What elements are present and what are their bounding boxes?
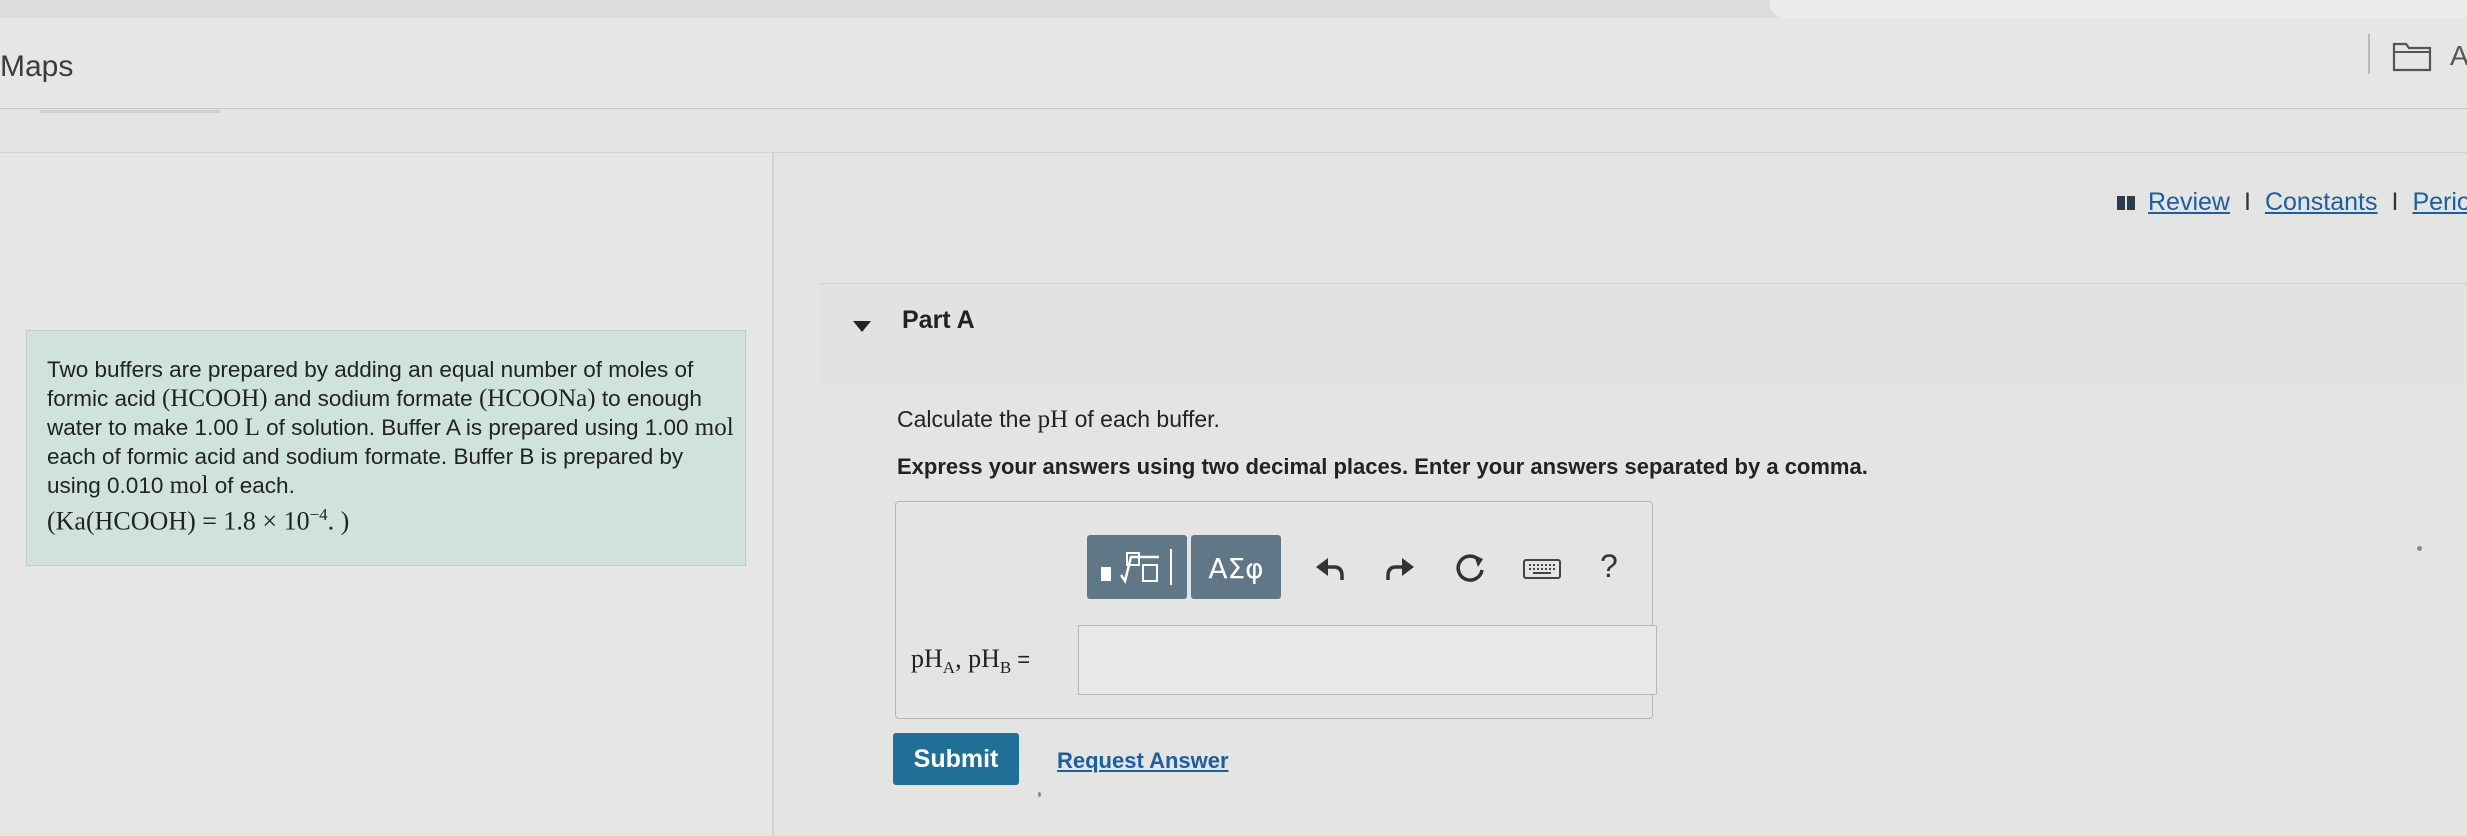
unit-liter: L — [244, 414, 260, 441]
unit-mol: mol — [694, 414, 734, 441]
problem-text-part: of each. — [208, 473, 295, 498]
answer-label: pHA, pHB = — [911, 644, 1030, 678]
reset-icon[interactable] — [1452, 552, 1488, 584]
question-text: Calculate the pH of each buffer. — [897, 406, 1220, 434]
undo-icon[interactable] — [1312, 552, 1348, 584]
help-icon[interactable]: ? — [1600, 548, 1618, 585]
periodic-table-link[interactable]: Perio — [2412, 188, 2467, 216]
greek-symbols-button[interactable]: ΑΣφ — [1191, 535, 1281, 599]
header-bar — [0, 18, 2467, 109]
folder-icon[interactable] — [2392, 40, 2432, 72]
ka-expression: (Ka(HCOOH) = 1.8 × 10−4. ) — [47, 505, 349, 537]
formula-hcooh: (HCOOH) — [162, 385, 268, 412]
problem-text-part: each of formic acid and sodium formate. … — [47, 444, 684, 498]
problem-text-part: of solution. Buffer A is prepared using … — [259, 415, 695, 440]
label-equals: = — [1011, 647, 1031, 672]
collapse-caret-icon[interactable] — [853, 321, 871, 332]
top-card — [1770, 0, 2467, 18]
column-divider — [772, 153, 774, 836]
subscript-a: A — [942, 658, 956, 678]
question-suffix: of each buffer. — [1068, 406, 1220, 432]
unit-mol: mol — [169, 472, 209, 499]
header-underline — [40, 110, 220, 113]
subscript-b: B — [999, 658, 1012, 678]
keyboard-icon[interactable] — [1522, 552, 1562, 584]
problem-statement: Two buffers are prepared by adding an eq… — [26, 330, 746, 566]
app-title[interactable]: Maps — [0, 50, 73, 84]
request-answer-link[interactable]: Request Answer — [1057, 748, 1229, 774]
stray-dot — [2417, 546, 2422, 551]
header-divider — [2368, 34, 2370, 74]
book-icon — [2117, 196, 2135, 210]
ph-symbol: pH — [1037, 406, 1069, 433]
problem-text-part: and sodium formate — [267, 386, 479, 411]
review-link[interactable]: Review — [2148, 188, 2230, 216]
part-a-title[interactable]: Part A — [902, 306, 975, 335]
part-a-header[interactable] — [820, 283, 2467, 384]
templates-icon — [1101, 549, 1172, 585]
redo-icon[interactable] — [1382, 552, 1418, 584]
header-partial-letter: A — [2450, 40, 2467, 71]
templates-button[interactable] — [1087, 535, 1187, 599]
question-prefix: Calculate the — [897, 406, 1038, 432]
answer-input[interactable] — [1078, 625, 1657, 695]
label-comma: , — [955, 644, 969, 673]
ka-exponent: −4 — [309, 505, 328, 524]
submit-button[interactable]: Submit — [893, 733, 1019, 785]
greek-symbols-icon: ΑΣφ — [1208, 552, 1264, 585]
ph-b-label: pH — [968, 644, 1000, 673]
problem-text: Two buffers are prepared by adding an eq… — [47, 355, 737, 500]
ka-base: (Ka(HCOOH) = 1.8 × 10 — [47, 506, 310, 536]
ph-a-label: pH — [911, 644, 943, 673]
stray-dot — [1038, 792, 1041, 797]
link-separator: I — [2391, 188, 2399, 216]
resource-links: Review I Constants I Perio — [2116, 188, 2467, 217]
ka-tail: . ) — [327, 506, 350, 536]
link-separator: I — [2243, 188, 2251, 216]
constants-link[interactable]: Constants — [2265, 188, 2378, 216]
answer-instructions: Express your answers using two decimal p… — [897, 454, 1868, 479]
formula-hcoona: (HCOONa) — [478, 385, 596, 412]
